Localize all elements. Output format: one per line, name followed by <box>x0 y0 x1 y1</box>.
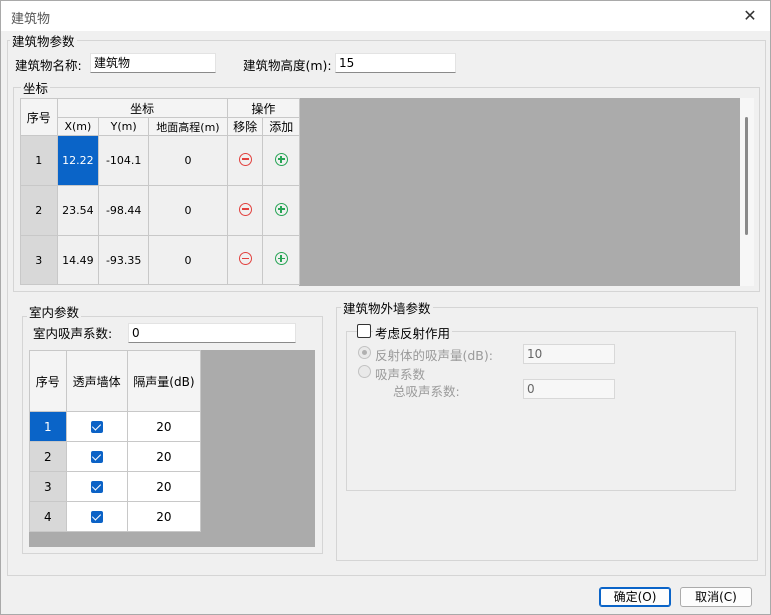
coords-table: 序号 坐标 操作 X(m) Y(m) 地面高程(m) 移除 添加 1 12.22… <box>20 98 301 285</box>
coords-scrollbar[interactable] <box>745 117 748 235</box>
row-seq[interactable]: 3 <box>29 471 67 502</box>
col-add-header: 添加 <box>262 117 300 136</box>
minus-circle-icon <box>238 252 252 265</box>
col-ops-header: 操作 <box>226 98 301 118</box>
col-coord-header: 坐标 <box>56 98 228 118</box>
absorb-amount-radio[interactable] <box>358 346 371 359</box>
reflect-label: 考虑反射作用 <box>373 323 453 342</box>
coords-empty-area <box>299 98 740 286</box>
add-row-button[interactable] <box>262 235 300 285</box>
total-absorb-field[interactable]: 0 <box>523 379 615 399</box>
close-icon[interactable]: ✕ <box>738 5 762 27</box>
building-name-label: 建筑物名称: <box>15 58 82 73</box>
cell-insulation[interactable]: 20 <box>126 411 202 442</box>
ok-button[interactable]: 确定(O) <box>599 587 671 607</box>
reflect-checkbox[interactable] <box>357 324 371 338</box>
wall-checkbox[interactable] <box>65 501 128 532</box>
building-params-label: 建筑物参数 <box>10 31 77 50</box>
table-row: 3 14.49 -93.35 0 <box>20 235 300 285</box>
dialog-window: 建筑物 ✕ 建筑物参数 建筑物名称: 建筑物 建筑物高度(m): 15 坐标 序… <box>0 0 771 615</box>
minus-circle-icon <box>238 152 252 166</box>
wall-checkbox[interactable] <box>65 441 128 472</box>
table-row: 3 20 <box>29 471 202 502</box>
checkmark-icon <box>90 481 103 493</box>
col-remove-header: 移除 <box>226 117 264 136</box>
col-y-header: Y(m) <box>98 117 150 136</box>
exterior-params-label: 建筑物外墙参数 <box>341 298 433 317</box>
cell-y[interactable]: -98.44 <box>98 185 150 236</box>
table-row: 2 23.54 -98.44 0 <box>20 185 300 236</box>
minus-circle-icon <box>238 202 252 216</box>
plus-circle-icon <box>274 152 288 166</box>
row-seq[interactable]: 2 <box>20 185 58 236</box>
cell-insulation[interactable]: 20 <box>126 471 202 502</box>
absorb-coef-radio[interactable] <box>358 365 371 378</box>
remove-row-button[interactable] <box>226 185 264 236</box>
indoor-absorb-field[interactable]: 0 <box>128 323 296 343</box>
checkmark-icon <box>90 421 103 433</box>
cancel-button[interactable]: 取消(C) <box>680 587 752 607</box>
checkmark-icon <box>90 451 103 463</box>
col-x-header: X(m) <box>56 117 100 136</box>
building-height-label: 建筑物高度(m): <box>243 58 332 73</box>
cell-x[interactable]: 14.49 <box>56 235 100 285</box>
table-row: 1 12.22 -104.1 0 <box>20 135 300 186</box>
plus-circle-icon <box>274 202 288 216</box>
wall-checkbox[interactable] <box>65 471 128 502</box>
cell-y[interactable]: -104.1 <box>98 135 150 186</box>
cell-x[interactable]: 23.54 <box>56 185 100 236</box>
remove-row-button[interactable] <box>226 235 264 285</box>
row-seq[interactable]: 1 <box>29 411 67 442</box>
row-seq[interactable]: 1 <box>20 135 58 186</box>
table-row: 1 20 <box>29 411 202 442</box>
add-row-button[interactable] <box>262 135 300 186</box>
col-ground-header: 地面高程(m) <box>148 117 228 136</box>
col-insulation-header: 隔声量(dB) <box>126 350 202 412</box>
row-seq[interactable]: 4 <box>29 501 67 532</box>
col-wall-header: 透声墙体 <box>65 350 128 412</box>
indoor-table: 序号 透声墙体 隔声量(dB) 1 20 2 20 3 20 4 20 <box>29 350 202 532</box>
row-seq[interactable]: 2 <box>29 441 67 472</box>
title-bar: 建筑物 ✕ <box>1 1 770 31</box>
absorb-amount-label: 反射体的吸声量(dB): <box>375 348 493 363</box>
absorb-amount-field[interactable]: 10 <box>523 344 615 364</box>
table-row: 2 20 <box>29 441 202 472</box>
window-title: 建筑物 <box>11 12 51 27</box>
cell-ground[interactable]: 0 <box>148 185 228 236</box>
cell-ground[interactable]: 0 <box>148 235 228 285</box>
cell-x[interactable]: 12.22 <box>56 135 100 186</box>
add-row-button[interactable] <box>262 185 300 236</box>
indoor-absorb-label: 室内吸声系数: <box>33 326 113 341</box>
building-height-field[interactable]: 15 <box>335 53 456 73</box>
wall-checkbox[interactable] <box>65 411 128 442</box>
plus-circle-icon <box>274 252 288 265</box>
coords-label: 坐标 <box>21 78 51 97</box>
cell-insulation[interactable]: 20 <box>126 501 202 532</box>
cell-ground[interactable]: 0 <box>148 135 228 186</box>
col-seq-header: 序号 <box>20 98 58 136</box>
table-row: 4 20 <box>29 501 202 532</box>
cell-insulation[interactable]: 20 <box>126 441 202 472</box>
checkmark-icon <box>90 511 103 523</box>
cell-y[interactable]: -93.35 <box>98 235 150 285</box>
building-name-field[interactable]: 建筑物 <box>90 53 216 73</box>
total-absorb-label: 总吸声系数: <box>393 384 460 399</box>
remove-row-button[interactable] <box>226 135 264 186</box>
row-seq[interactable]: 3 <box>20 235 58 285</box>
col-seq-header: 序号 <box>29 350 67 412</box>
indoor-params-label: 室内参数 <box>27 302 82 321</box>
